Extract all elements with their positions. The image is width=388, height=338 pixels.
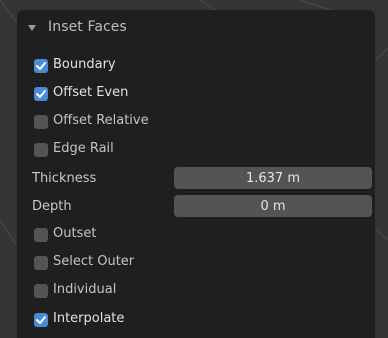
offset-relative-checkbox[interactable]: [34, 115, 48, 129]
option-offset-relative[interactable]: Offset Relative: [17, 111, 375, 135]
outset-label: Outset: [53, 226, 97, 241]
depth-row: Depth 0 m: [17, 195, 375, 219]
checkmark-icon: [36, 62, 46, 70]
option-select-outer[interactable]: Select Outer: [17, 252, 375, 276]
boundary-label: Boundary: [53, 57, 116, 72]
option-outset[interactable]: Outset: [17, 224, 375, 248]
select-outer-checkbox[interactable]: [34, 256, 48, 270]
checkmark-icon: [36, 316, 46, 324]
offset-relative-label: Offset Relative: [53, 113, 149, 128]
option-interpolate[interactable]: Interpolate: [17, 309, 375, 333]
panel-title: Inset Faces: [48, 19, 127, 35]
option-edge-rail[interactable]: Edge Rail: [17, 139, 375, 163]
checkmark-icon: [36, 90, 46, 98]
offset-even-checkbox[interactable]: [34, 87, 48, 101]
thickness-row: Thickness 1.637 m: [17, 167, 375, 191]
select-outer-label: Select Outer: [53, 254, 135, 269]
thickness-field[interactable]: 1.637 m: [174, 167, 372, 189]
depth-field[interactable]: 0 m: [174, 195, 372, 217]
panel-header[interactable]: Inset Faces: [17, 10, 375, 46]
edge-rail-checkbox[interactable]: [34, 143, 48, 157]
individual-label: Individual: [53, 282, 117, 297]
outset-checkbox[interactable]: [34, 228, 48, 242]
option-offset-even[interactable]: Offset Even: [17, 83, 375, 107]
interpolate-checkbox[interactable]: [34, 313, 48, 327]
interpolate-label: Interpolate: [53, 311, 125, 326]
option-boundary[interactable]: Boundary: [17, 55, 375, 79]
edge-rail-label: Edge Rail: [53, 141, 114, 156]
thickness-label: Thickness: [32, 171, 97, 186]
depth-label: Depth: [32, 199, 72, 214]
individual-checkbox[interactable]: [34, 284, 48, 298]
boundary-checkbox[interactable]: [34, 59, 48, 73]
offset-even-label: Offset Even: [53, 85, 129, 100]
collapse-arrow-icon[interactable]: [28, 25, 36, 31]
option-individual[interactable]: Individual: [17, 280, 375, 304]
operator-panel: Inset Faces Boundary Offset Even Offset …: [17, 10, 375, 338]
